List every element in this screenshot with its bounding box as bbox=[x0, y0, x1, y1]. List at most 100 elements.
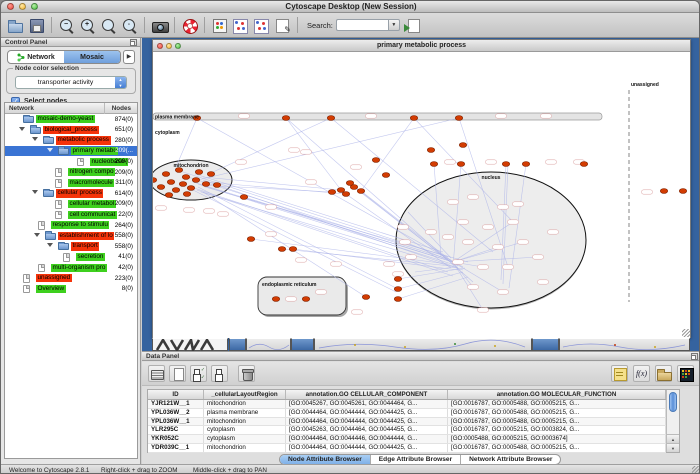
table-cell[interactable]: [GO:0016787, GO:0005215, GO:0003824, G..… bbox=[448, 426, 666, 434]
table-column-header[interactable]: annotation.GO MOLECULAR_FUNCTION bbox=[448, 390, 666, 399]
node-label-pill[interactable] bbox=[498, 205, 509, 209]
tree-row-label[interactable]: cellular metabol bbox=[68, 200, 116, 208]
node-label-pill[interactable] bbox=[463, 240, 474, 244]
tree-row[interactable]: transport558(0) bbox=[5, 241, 137, 252]
tree-row-label[interactable]: metabolic process bbox=[56, 136, 111, 144]
gene-node[interactable] bbox=[278, 247, 285, 252]
background-window[interactable] bbox=[314, 338, 532, 351]
gene-node[interactable] bbox=[455, 116, 462, 121]
import-icon[interactable] bbox=[404, 17, 421, 34]
table-row[interactable]: YLR295Ccytoplasm[GO:0045263, GO:0044464,… bbox=[148, 426, 666, 435]
node-label-pill[interactable] bbox=[366, 114, 377, 118]
table-cell[interactable]: [GO:0045263, GO:0044464, GO:0044455, G..… bbox=[286, 426, 448, 434]
node-label-pill[interactable] bbox=[538, 280, 549, 284]
tree-row-label[interactable]: macromolecule bbox=[68, 179, 114, 187]
gene-node[interactable] bbox=[182, 175, 189, 180]
window-resize-grip[interactable] bbox=[682, 329, 690, 337]
gene-node[interactable] bbox=[394, 297, 401, 302]
formula-icon[interactable]: f(x) bbox=[633, 365, 650, 382]
table-cell[interactable]: [GO:0044464, GO:0044444, GO:0044425, G..… bbox=[286, 409, 448, 417]
network-canvas[interactable]: plasma membranecytoplasmmitochondrionnuc… bbox=[153, 52, 690, 338]
scroll-up-icon[interactable]: ▲ bbox=[667, 434, 679, 443]
tree-row[interactable]: multi-organism pro42(0) bbox=[5, 262, 137, 273]
save-icon[interactable] bbox=[28, 17, 45, 34]
gene-node[interactable] bbox=[167, 180, 174, 185]
tree-row[interactable]: cellular metabol209(0) bbox=[5, 199, 137, 210]
tree-row[interactable]: response to stimulu264(0) bbox=[5, 220, 137, 231]
float-panel-icon[interactable] bbox=[130, 39, 137, 46]
zoom-fit-icon[interactable] bbox=[100, 17, 117, 34]
gene-node[interactable] bbox=[172, 188, 179, 193]
background-window[interactable] bbox=[291, 338, 314, 351]
gene-node[interactable] bbox=[179, 182, 186, 187]
gene-node[interactable] bbox=[328, 190, 335, 195]
node-label-pill[interactable] bbox=[301, 150, 312, 154]
gene-node[interactable] bbox=[346, 181, 353, 186]
gene-node[interactable] bbox=[183, 192, 190, 197]
node-label-pill[interactable] bbox=[458, 220, 469, 224]
tree-row-label[interactable]: transport bbox=[71, 242, 99, 250]
table-cell[interactable]: [GO:0016787, GO:0005488, GO:0005215, G..… bbox=[448, 444, 666, 452]
gene-node[interactable] bbox=[394, 277, 401, 282]
gene-node[interactable] bbox=[427, 148, 434, 153]
tree-row-label[interactable]: response to stimulu bbox=[51, 221, 109, 229]
node-label-pill[interactable] bbox=[518, 240, 529, 244]
table-cell[interactable]: YKR052C bbox=[148, 435, 204, 443]
float-panel-icon[interactable] bbox=[691, 353, 698, 360]
layout-2-icon[interactable] bbox=[253, 17, 270, 34]
gene-node[interactable] bbox=[302, 297, 309, 302]
unselect-attributes-icon[interactable] bbox=[211, 365, 228, 382]
node-label-pill[interactable] bbox=[448, 200, 459, 204]
gene-node[interactable] bbox=[282, 116, 289, 121]
node-label-pill[interactable] bbox=[184, 208, 195, 212]
node-label-pill[interactable] bbox=[400, 240, 411, 244]
gene-node[interactable] bbox=[247, 237, 254, 242]
gene-node[interactable] bbox=[357, 189, 364, 194]
node-label-pill[interactable] bbox=[453, 260, 464, 264]
background-window[interactable] bbox=[532, 338, 559, 351]
gene-node[interactable] bbox=[162, 172, 169, 177]
scroll-down-icon[interactable]: ▼ bbox=[667, 443, 679, 452]
open-folder-icon[interactable] bbox=[655, 365, 672, 382]
new-attribute-icon[interactable] bbox=[169, 365, 186, 382]
node-label-pill[interactable] bbox=[496, 114, 507, 118]
node-label-pill[interactable] bbox=[468, 285, 479, 289]
tree-row[interactable]: macromolecule311(0) bbox=[5, 178, 137, 189]
node-label-pill[interactable] bbox=[289, 148, 300, 152]
notes-icon[interactable] bbox=[611, 365, 628, 382]
gene-node[interactable] bbox=[410, 116, 417, 121]
gene-node[interactable] bbox=[457, 162, 464, 167]
node-label-pill[interactable] bbox=[384, 262, 395, 266]
search-input[interactable] bbox=[336, 19, 388, 31]
zoom-in-icon[interactable] bbox=[79, 17, 96, 34]
tree-row-label[interactable]: primary metabo bbox=[71, 147, 118, 155]
tree-row-label[interactable]: secretion bbox=[76, 253, 105, 261]
gene-node[interactable] bbox=[153, 178, 157, 183]
tree-row[interactable]: cell communicat22(0) bbox=[5, 209, 137, 220]
annotation-icon[interactable] bbox=[274, 17, 291, 34]
tree-row[interactable]: secretion41(0) bbox=[5, 252, 137, 263]
disclosure-triangle-icon[interactable] bbox=[32, 190, 38, 194]
node-label-pill[interactable] bbox=[513, 202, 524, 206]
gene-node[interactable] bbox=[459, 143, 466, 148]
gene-node[interactable] bbox=[372, 158, 379, 163]
network-view-window[interactable]: primary metabolic process plasma membran… bbox=[152, 39, 691, 338]
network-overview-icon[interactable] bbox=[211, 17, 228, 34]
search-dropdown-arrow-icon[interactable]: ▼ bbox=[388, 19, 400, 31]
background-window[interactable] bbox=[152, 338, 228, 351]
table-cell[interactable]: [GO:0005488, GO:0005215, GO:0003674] bbox=[448, 435, 666, 443]
node-label-pill[interactable] bbox=[426, 230, 437, 234]
gene-node[interactable] bbox=[327, 116, 334, 121]
tree-row-label[interactable]: establishment of lo bbox=[58, 232, 114, 240]
table-cell[interactable]: YDR039C__1 bbox=[148, 444, 204, 452]
tree-row[interactable]: primary metabo209(... bbox=[5, 146, 137, 157]
disclosure-triangle-icon[interactable] bbox=[32, 137, 38, 141]
node-label-pill[interactable] bbox=[393, 272, 404, 276]
node-label-pill[interactable] bbox=[533, 255, 544, 259]
gene-node[interactable] bbox=[165, 193, 172, 198]
node-label-pill[interactable] bbox=[445, 160, 456, 164]
node-label-pill[interactable] bbox=[204, 209, 215, 213]
tab-node-attribute-browser[interactable]: Node Attribute Browser bbox=[280, 455, 371, 464]
zoom-selected-icon[interactable] bbox=[121, 17, 138, 34]
table-row[interactable]: YDR039C__1mitochondrion[GO:0044464, GO:0… bbox=[148, 444, 666, 453]
